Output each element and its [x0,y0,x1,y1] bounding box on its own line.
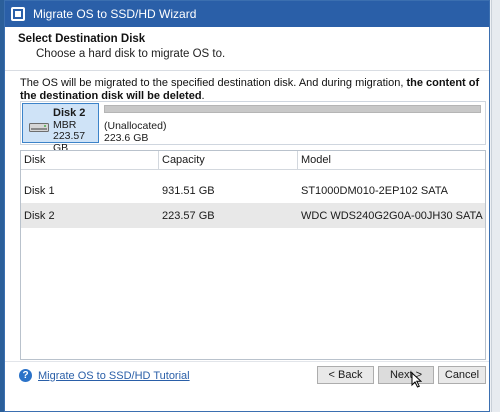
cell-capacity: 931.51 GB [162,184,215,197]
disk-map-name: Disk 2 [53,107,86,119]
wizard-header: Select Destination Disk Choose a hard di… [5,27,489,71]
back-button[interactable]: < Back [317,366,374,384]
partition-usage-bar [104,105,481,113]
cell-model: ST1000DM010-2EP102 SATA [301,184,448,197]
unallocated-partition[interactable]: (Unallocated) 223.6 GB [104,105,481,144]
disk-map: Disk 2 MBR 223.57 GB (Unallocated) 223.6… [20,101,486,154]
hard-disk-icon [29,121,49,135]
warning-text-normal: The OS will be migrated to the specified… [20,77,407,89]
background-scrollbar [491,0,500,412]
migration-warning-text: The OS will be migrated to the specified… [20,77,486,103]
window-title: Migrate OS to SSD/HD Wizard [33,7,197,21]
title-bar[interactable]: Migrate OS to SSD/HD Wizard [5,1,489,27]
cell-model: WDC WDS240G2G0A-00JH30 SATA [301,209,483,222]
table-row-selected[interactable]: Disk 2 223.57 GB WDC WDS240G2G0A-00JH30 … [21,203,485,228]
cell-disk: Disk 2 [24,209,55,222]
table-header: Disk Capacity Model [21,151,485,170]
migrate-os-wizard-dialog: Migrate OS to SSD/HD Wizard Select Desti… [4,0,490,412]
cell-capacity: 223.57 GB [162,209,215,222]
partition-size: 223.6 GB [104,132,149,144]
step-subtitle: Choose a hard disk to migrate OS to. [36,48,226,60]
tutorial-link[interactable]: ? Migrate OS to SSD/HD Tutorial [19,369,190,382]
help-question-icon: ? [19,369,32,382]
column-header-disk[interactable]: Disk [21,151,159,169]
cancel-button[interactable]: Cancel [438,366,486,384]
selected-disk-card[interactable]: Disk 2 MBR 223.57 GB [22,103,99,154]
partition-label: (Unallocated) [104,120,167,132]
tutorial-link-text[interactable]: Migrate OS to SSD/HD Tutorial [38,370,190,382]
cell-disk: Disk 1 [24,184,55,197]
column-header-model[interactable]: Model [298,151,485,169]
table-row[interactable]: Disk 1 931.51 GB ST1000DM010-2EP102 SATA [21,178,485,203]
mouse-pointer-icon [411,371,423,391]
footer-divider [5,361,489,362]
app-logo-icon [11,7,25,21]
disk-list-table: Disk Capacity Model Disk 1 931.51 GB ST1… [20,150,486,360]
next-button[interactable]: Next > [378,366,434,384]
step-title: Select Destination Disk [18,33,146,45]
column-header-capacity[interactable]: Capacity [159,151,298,169]
